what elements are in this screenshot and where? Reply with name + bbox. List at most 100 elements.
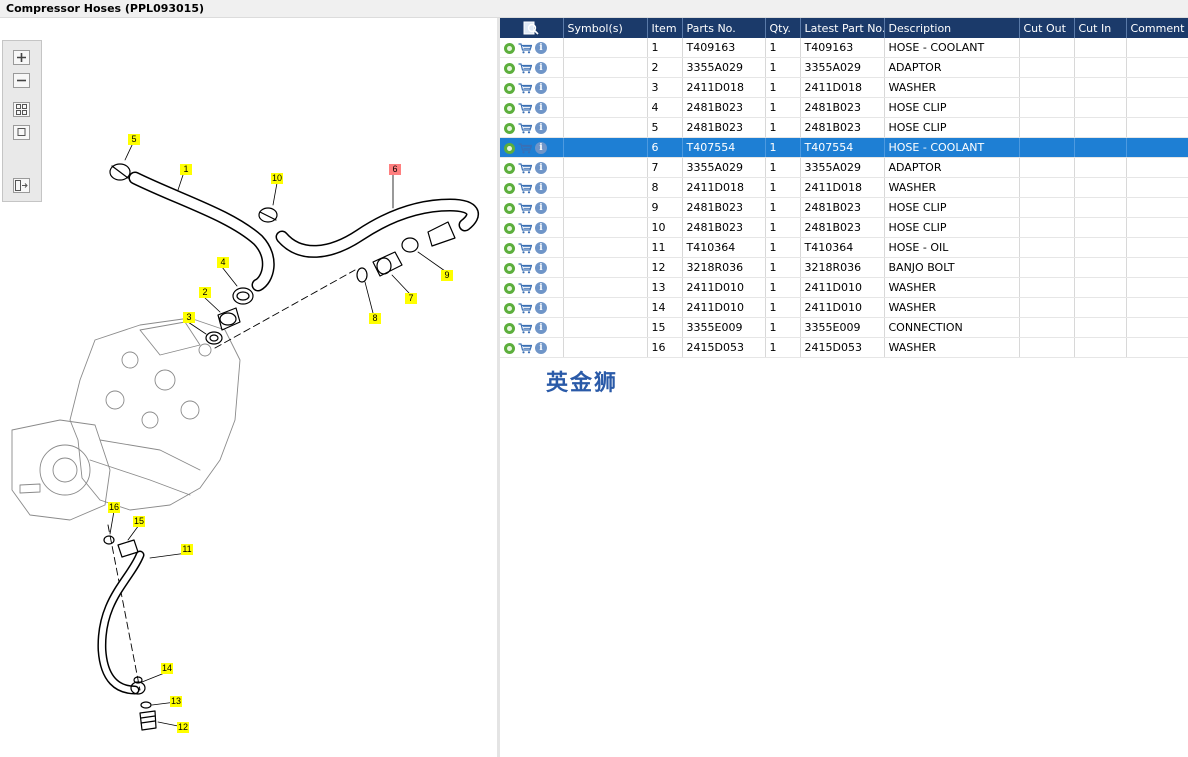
info-icon[interactable]: i bbox=[535, 122, 547, 134]
gear-icon[interactable] bbox=[504, 182, 515, 194]
cart-icon[interactable] bbox=[518, 322, 532, 334]
diagram-pane[interactable]: 5 1 6 10 4 2 3 7 8 9 16 15 11 14 13 12 bbox=[0, 18, 497, 757]
cart-icon[interactable] bbox=[518, 42, 532, 54]
table-row[interactable]: i 6 T407554 1 T407554 HOSE - COOLANT bbox=[500, 137, 1188, 158]
cart-icon[interactable] bbox=[518, 102, 532, 114]
table-row[interactable]: i 11 T410364 1 T410364 HOSE - OIL bbox=[500, 237, 1188, 258]
callout-item-14[interactable]: 14 bbox=[161, 663, 174, 674]
cart-icon[interactable] bbox=[518, 82, 532, 94]
cart-icon[interactable] bbox=[518, 302, 532, 314]
table-row[interactable]: i 7 3355A029 1 3355A029 ADAPTOR bbox=[500, 157, 1188, 178]
table-row[interactable]: i 2 3355A029 1 3355A029 ADAPTOR bbox=[500, 57, 1188, 78]
gear-icon[interactable] bbox=[504, 342, 515, 354]
callout-item-3[interactable]: 3 bbox=[183, 312, 195, 323]
gear-icon[interactable] bbox=[504, 222, 515, 234]
info-icon[interactable]: i bbox=[535, 62, 547, 74]
info-icon[interactable]: i bbox=[535, 162, 547, 174]
info-icon[interactable]: i bbox=[535, 202, 547, 214]
header-comment[interactable]: Comment bbox=[1126, 18, 1188, 38]
header-description[interactable]: Description bbox=[884, 18, 1020, 38]
gear-icon[interactable] bbox=[504, 142, 515, 154]
qty-cell: 1 bbox=[765, 38, 801, 58]
header-parts-no[interactable]: Parts No. bbox=[682, 18, 766, 38]
cart-icon[interactable] bbox=[518, 162, 532, 174]
header-icon-column[interactable] bbox=[500, 18, 564, 38]
cart-icon[interactable] bbox=[518, 62, 532, 74]
callout-item-8[interactable]: 8 bbox=[369, 313, 381, 324]
callout-item-11[interactable]: 11 bbox=[181, 544, 193, 555]
cart-icon[interactable] bbox=[518, 182, 532, 194]
gear-icon[interactable] bbox=[504, 62, 515, 74]
cart-icon[interactable] bbox=[518, 262, 532, 274]
table-row[interactable]: i 4 2481B023 1 2481B023 HOSE CLIP bbox=[500, 97, 1188, 118]
table-row[interactable]: i 15 3355E009 1 3355E009 CONNECTION bbox=[500, 317, 1188, 338]
header-symbols[interactable]: Symbol(s) bbox=[563, 18, 648, 38]
info-icon[interactable]: i bbox=[535, 182, 547, 194]
info-icon[interactable]: i bbox=[535, 342, 547, 354]
info-icon[interactable]: i bbox=[535, 322, 547, 334]
info-icon[interactable]: i bbox=[535, 222, 547, 234]
fit-all-button[interactable] bbox=[13, 102, 30, 117]
cart-icon[interactable] bbox=[518, 342, 532, 354]
info-icon[interactable]: i bbox=[535, 102, 547, 114]
gear-icon[interactable] bbox=[504, 302, 515, 314]
gear-icon[interactable] bbox=[504, 122, 515, 134]
zoom-in-button[interactable] bbox=[13, 50, 30, 65]
callout-item-1[interactable]: 1 bbox=[180, 164, 192, 175]
cart-icon[interactable] bbox=[518, 202, 532, 214]
header-cut-out[interactable]: Cut Out bbox=[1019, 18, 1075, 38]
header-cut-in[interactable]: Cut In bbox=[1074, 18, 1127, 38]
parts-no-cell: 2481B023 bbox=[682, 97, 766, 118]
table-row[interactable]: i 16 2415D053 1 2415D053 WASHER bbox=[500, 337, 1188, 358]
callout-item-15[interactable]: 15 bbox=[133, 516, 146, 527]
item-cell: 1 bbox=[647, 38, 683, 58]
gear-icon[interactable] bbox=[504, 322, 515, 334]
info-icon[interactable]: i bbox=[535, 262, 547, 274]
callout-item-5[interactable]: 5 bbox=[128, 134, 140, 145]
callout-item-12[interactable]: 12 bbox=[177, 722, 190, 733]
callout-item-10[interactable]: 10 bbox=[271, 173, 284, 184]
gear-icon[interactable] bbox=[504, 42, 515, 54]
table-row[interactable]: i 8 2411D018 1 2411D018 WASHER bbox=[500, 177, 1188, 198]
callout-item-9[interactable]: 9 bbox=[441, 270, 453, 281]
table-row[interactable]: i 1 T409163 1 T409163 HOSE - COOLANT bbox=[500, 38, 1188, 58]
gear-icon[interactable] bbox=[504, 102, 515, 114]
callout-item-16[interactable]: 16 bbox=[108, 502, 121, 513]
info-icon[interactable]: i bbox=[535, 282, 547, 294]
callout-item-4[interactable]: 4 bbox=[217, 257, 229, 268]
gear-icon[interactable] bbox=[504, 202, 515, 214]
callout-item-13[interactable]: 13 bbox=[170, 696, 183, 707]
description-cell: HOSE - OIL bbox=[884, 237, 1020, 258]
header-latest-part-no[interactable]: Latest Part No. bbox=[800, 18, 885, 38]
table-row[interactable]: i 9 2481B023 1 2481B023 HOSE CLIP bbox=[500, 197, 1188, 218]
info-icon[interactable]: i bbox=[535, 302, 547, 314]
gear-icon[interactable] bbox=[504, 282, 515, 294]
gear-icon[interactable] bbox=[504, 162, 515, 174]
table-row[interactable]: i 13 2411D010 1 2411D010 WASHER bbox=[500, 277, 1188, 298]
cart-icon[interactable] bbox=[518, 242, 532, 254]
zoom-out-button[interactable] bbox=[13, 73, 30, 88]
callout-item-7[interactable]: 7 bbox=[405, 293, 417, 304]
gear-icon[interactable] bbox=[504, 82, 515, 94]
actual-size-button[interactable] bbox=[13, 125, 30, 140]
info-icon[interactable]: i bbox=[535, 42, 547, 54]
table-row[interactable]: i 5 2481B023 1 2481B023 HOSE CLIP bbox=[500, 117, 1188, 138]
header-item[interactable]: Item bbox=[647, 18, 683, 38]
info-icon[interactable]: i bbox=[535, 82, 547, 94]
table-row[interactable]: i 14 2411D010 1 2411D010 WASHER bbox=[500, 297, 1188, 318]
header-qty[interactable]: Qty. bbox=[765, 18, 801, 38]
info-icon[interactable]: i bbox=[535, 142, 547, 154]
table-row[interactable]: i 3 2411D018 1 2411D018 WASHER bbox=[500, 77, 1188, 98]
cart-icon[interactable] bbox=[518, 222, 532, 234]
cart-icon[interactable] bbox=[518, 282, 532, 294]
table-row[interactable]: i 12 3218R036 1 3218R036 BANJO BOLT bbox=[500, 257, 1188, 278]
info-icon[interactable]: i bbox=[535, 242, 547, 254]
callout-item-6[interactable]: 6 bbox=[389, 164, 401, 175]
cart-icon[interactable] bbox=[518, 142, 532, 154]
gear-icon[interactable] bbox=[504, 242, 515, 254]
table-row[interactable]: i 10 2481B023 1 2481B023 HOSE CLIP bbox=[500, 217, 1188, 238]
gear-icon[interactable] bbox=[504, 262, 515, 274]
toggle-list-button[interactable] bbox=[13, 178, 30, 193]
cart-icon[interactable] bbox=[518, 122, 532, 134]
callout-item-2[interactable]: 2 bbox=[199, 287, 211, 298]
